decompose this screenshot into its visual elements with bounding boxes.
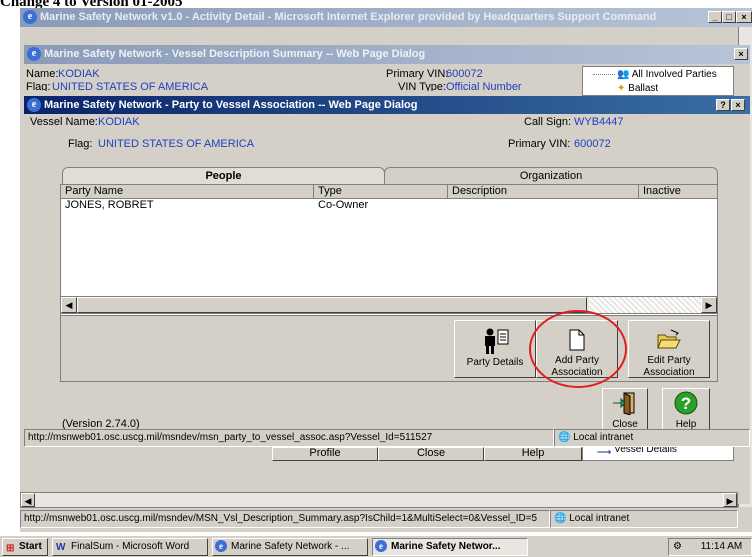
- edit-party-association-button[interactable]: Edit Party Association: [628, 320, 710, 378]
- summary-help-button[interactable]: Help: [484, 447, 582, 461]
- exit-door-icon: [613, 392, 635, 416]
- scroll-left-icon[interactable]: ◀: [21, 493, 35, 507]
- summary-status-zone: 🌐 Local intranet: [550, 510, 738, 528]
- vessel-summary-close-icon[interactable]: ×: [734, 48, 748, 60]
- tree-item-all-parties[interactable]: 👥 All Involved Parties: [617, 69, 717, 80]
- tray-icon: ⚙: [673, 541, 682, 552]
- vessel-name-label: Name:: [26, 68, 59, 80]
- close-button[interactable]: Close: [602, 388, 648, 432]
- taskbar-item-msn-1[interactable]: e Marine Safety Network - ...: [212, 538, 368, 556]
- cell-type: Co-Owner: [318, 199, 369, 211]
- party-status-url: http://msnweb01.osc.uscg.mil/msndev/msn_…: [24, 429, 554, 447]
- column-header-inactive[interactable]: Inactive: [639, 185, 717, 199]
- close-icon[interactable]: ×: [736, 11, 752, 23]
- party-details-button[interactable]: Party Details: [454, 320, 536, 378]
- party-details-label: Party Details: [466, 357, 524, 368]
- tab-people[interactable]: People: [62, 167, 385, 184]
- party-vessel-name-value: KODIAK: [98, 116, 140, 128]
- summary-close-button[interactable]: Close: [378, 447, 484, 461]
- windows-logo-icon: ⊞: [6, 543, 15, 554]
- vessel-flag-value: UNITED STATES OF AMERICA: [52, 81, 209, 91]
- party-primary-vin-value: 600072: [574, 138, 611, 150]
- grid-scroll-right-icon[interactable]: ▶: [701, 297, 717, 313]
- primary-vin-value: 600072: [446, 68, 483, 80]
- party-dialog-ie-icon: e: [27, 98, 41, 112]
- taskbar-item-msn-2[interactable]: e Marine Safety Networ...: [372, 538, 528, 556]
- vin-type-value: Official Number: [446, 81, 522, 91]
- party-dialog-title: Marine Safety Network - Party to Vessel …: [44, 99, 418, 111]
- tree-item-ballast[interactable]: ✦ Ballast: [617, 83, 658, 94]
- annotation-circle: [529, 310, 627, 388]
- table-row[interactable]: JONES, ROBRET Co-Owner: [61, 199, 717, 212]
- party-primary-vin-label: Primary VIN:: [508, 138, 571, 150]
- ie-window-title: Marine Safety Network v1.0 - Activity De…: [40, 11, 657, 23]
- taskbar-item-word[interactable]: W FinalSum - Microsoft Word: [52, 538, 208, 556]
- ie-icon: e: [23, 10, 37, 24]
- party-dialog-titlebar[interactable]: Marine Safety Network - Party to Vessel …: [24, 96, 750, 114]
- party-details-icon: [485, 328, 509, 354]
- taskbar-ie-icon: e: [215, 540, 227, 552]
- party-flag-label: Flag:: [68, 138, 93, 150]
- party-flag-value: UNITED STATES OF AMERICA: [98, 138, 255, 150]
- clock: 11:14 AM: [700, 541, 743, 552]
- people-icon: 👥: [617, 69, 630, 80]
- scroll-right-icon[interactable]: ▶: [723, 493, 737, 507]
- word-icon: W: [56, 542, 66, 553]
- system-tray: ⚙ 11:14 AM: [668, 538, 752, 556]
- profile-button[interactable]: Profile: [272, 447, 378, 461]
- vessel-flag-label: Flag:: [26, 81, 51, 91]
- tree-item-vessel-details[interactable]: ⟶ Vessel Details: [582, 447, 734, 461]
- call-sign-label: Call Sign:: [524, 116, 572, 128]
- vin-type-label: VIN Type:: [398, 81, 447, 91]
- maximize-icon[interactable]: □: [722, 11, 736, 23]
- vessel-summary-dialog-title: Marine Safety Network - Vessel Descripti…: [44, 48, 426, 60]
- vessel-name-value: KODIAK: [58, 68, 100, 80]
- column-header-type[interactable]: Type: [314, 185, 448, 199]
- call-sign-value: WYB4447: [574, 116, 624, 128]
- intranet-icon: 🌐: [558, 432, 571, 443]
- primary-vin-label: Primary VIN:: [386, 68, 449, 80]
- vessel-tree-panel: 👥 All Involved Parties ✦ Ballast: [582, 66, 734, 96]
- arrow-right-icon: ⟶: [597, 447, 612, 458]
- summary-status-url: http://msnweb01.osc.uscg.mil/msndev/MSN_…: [20, 510, 550, 528]
- cell-party-name: JONES, ROBRET: [65, 199, 154, 211]
- dialog-ie-icon: e: [27, 47, 41, 61]
- party-vessel-name-label: Vessel Name:: [30, 116, 98, 128]
- ie-window-titlebar[interactable]: Marine Safety Network v1.0 - Activity De…: [20, 8, 752, 27]
- tab-organization[interactable]: Organization: [384, 167, 718, 184]
- help-icon: ?: [674, 391, 698, 415]
- taskbar: ⊞ Start W FinalSum - Microsoft Word e Ma…: [0, 535, 752, 557]
- grid-scroll-left-icon[interactable]: ◀: [61, 297, 77, 313]
- context-help-icon[interactable]: ?: [716, 99, 730, 111]
- start-button[interactable]: ⊞ Start: [2, 538, 48, 556]
- edit-party-association-label: Edit Party Association: [643, 355, 695, 378]
- vessel-summary-dialog-titlebar[interactable]: Marine Safety Network - Vessel Descripti…: [24, 45, 750, 64]
- grid-scroll-thumb[interactable]: [77, 297, 587, 313]
- help-button[interactable]: ? Help: [662, 388, 710, 432]
- summary-horizontal-scrollbar[interactable]: ◀ ▶: [20, 492, 738, 508]
- svg-text:?: ?: [681, 394, 691, 413]
- party-dialog-close-icon[interactable]: ×: [731, 99, 745, 111]
- intranet-icon: 🌐: [554, 513, 567, 524]
- ballast-icon: ✦: [617, 83, 626, 94]
- open-folder-icon: [657, 329, 681, 349]
- party-status-zone: 🌐 Local intranet: [554, 429, 750, 447]
- column-header-party-name[interactable]: Party Name: [61, 185, 314, 199]
- minimize-icon[interactable]: _: [708, 11, 722, 23]
- column-header-description[interactable]: Description: [448, 185, 639, 199]
- taskbar-ie-icon-active: e: [375, 540, 387, 552]
